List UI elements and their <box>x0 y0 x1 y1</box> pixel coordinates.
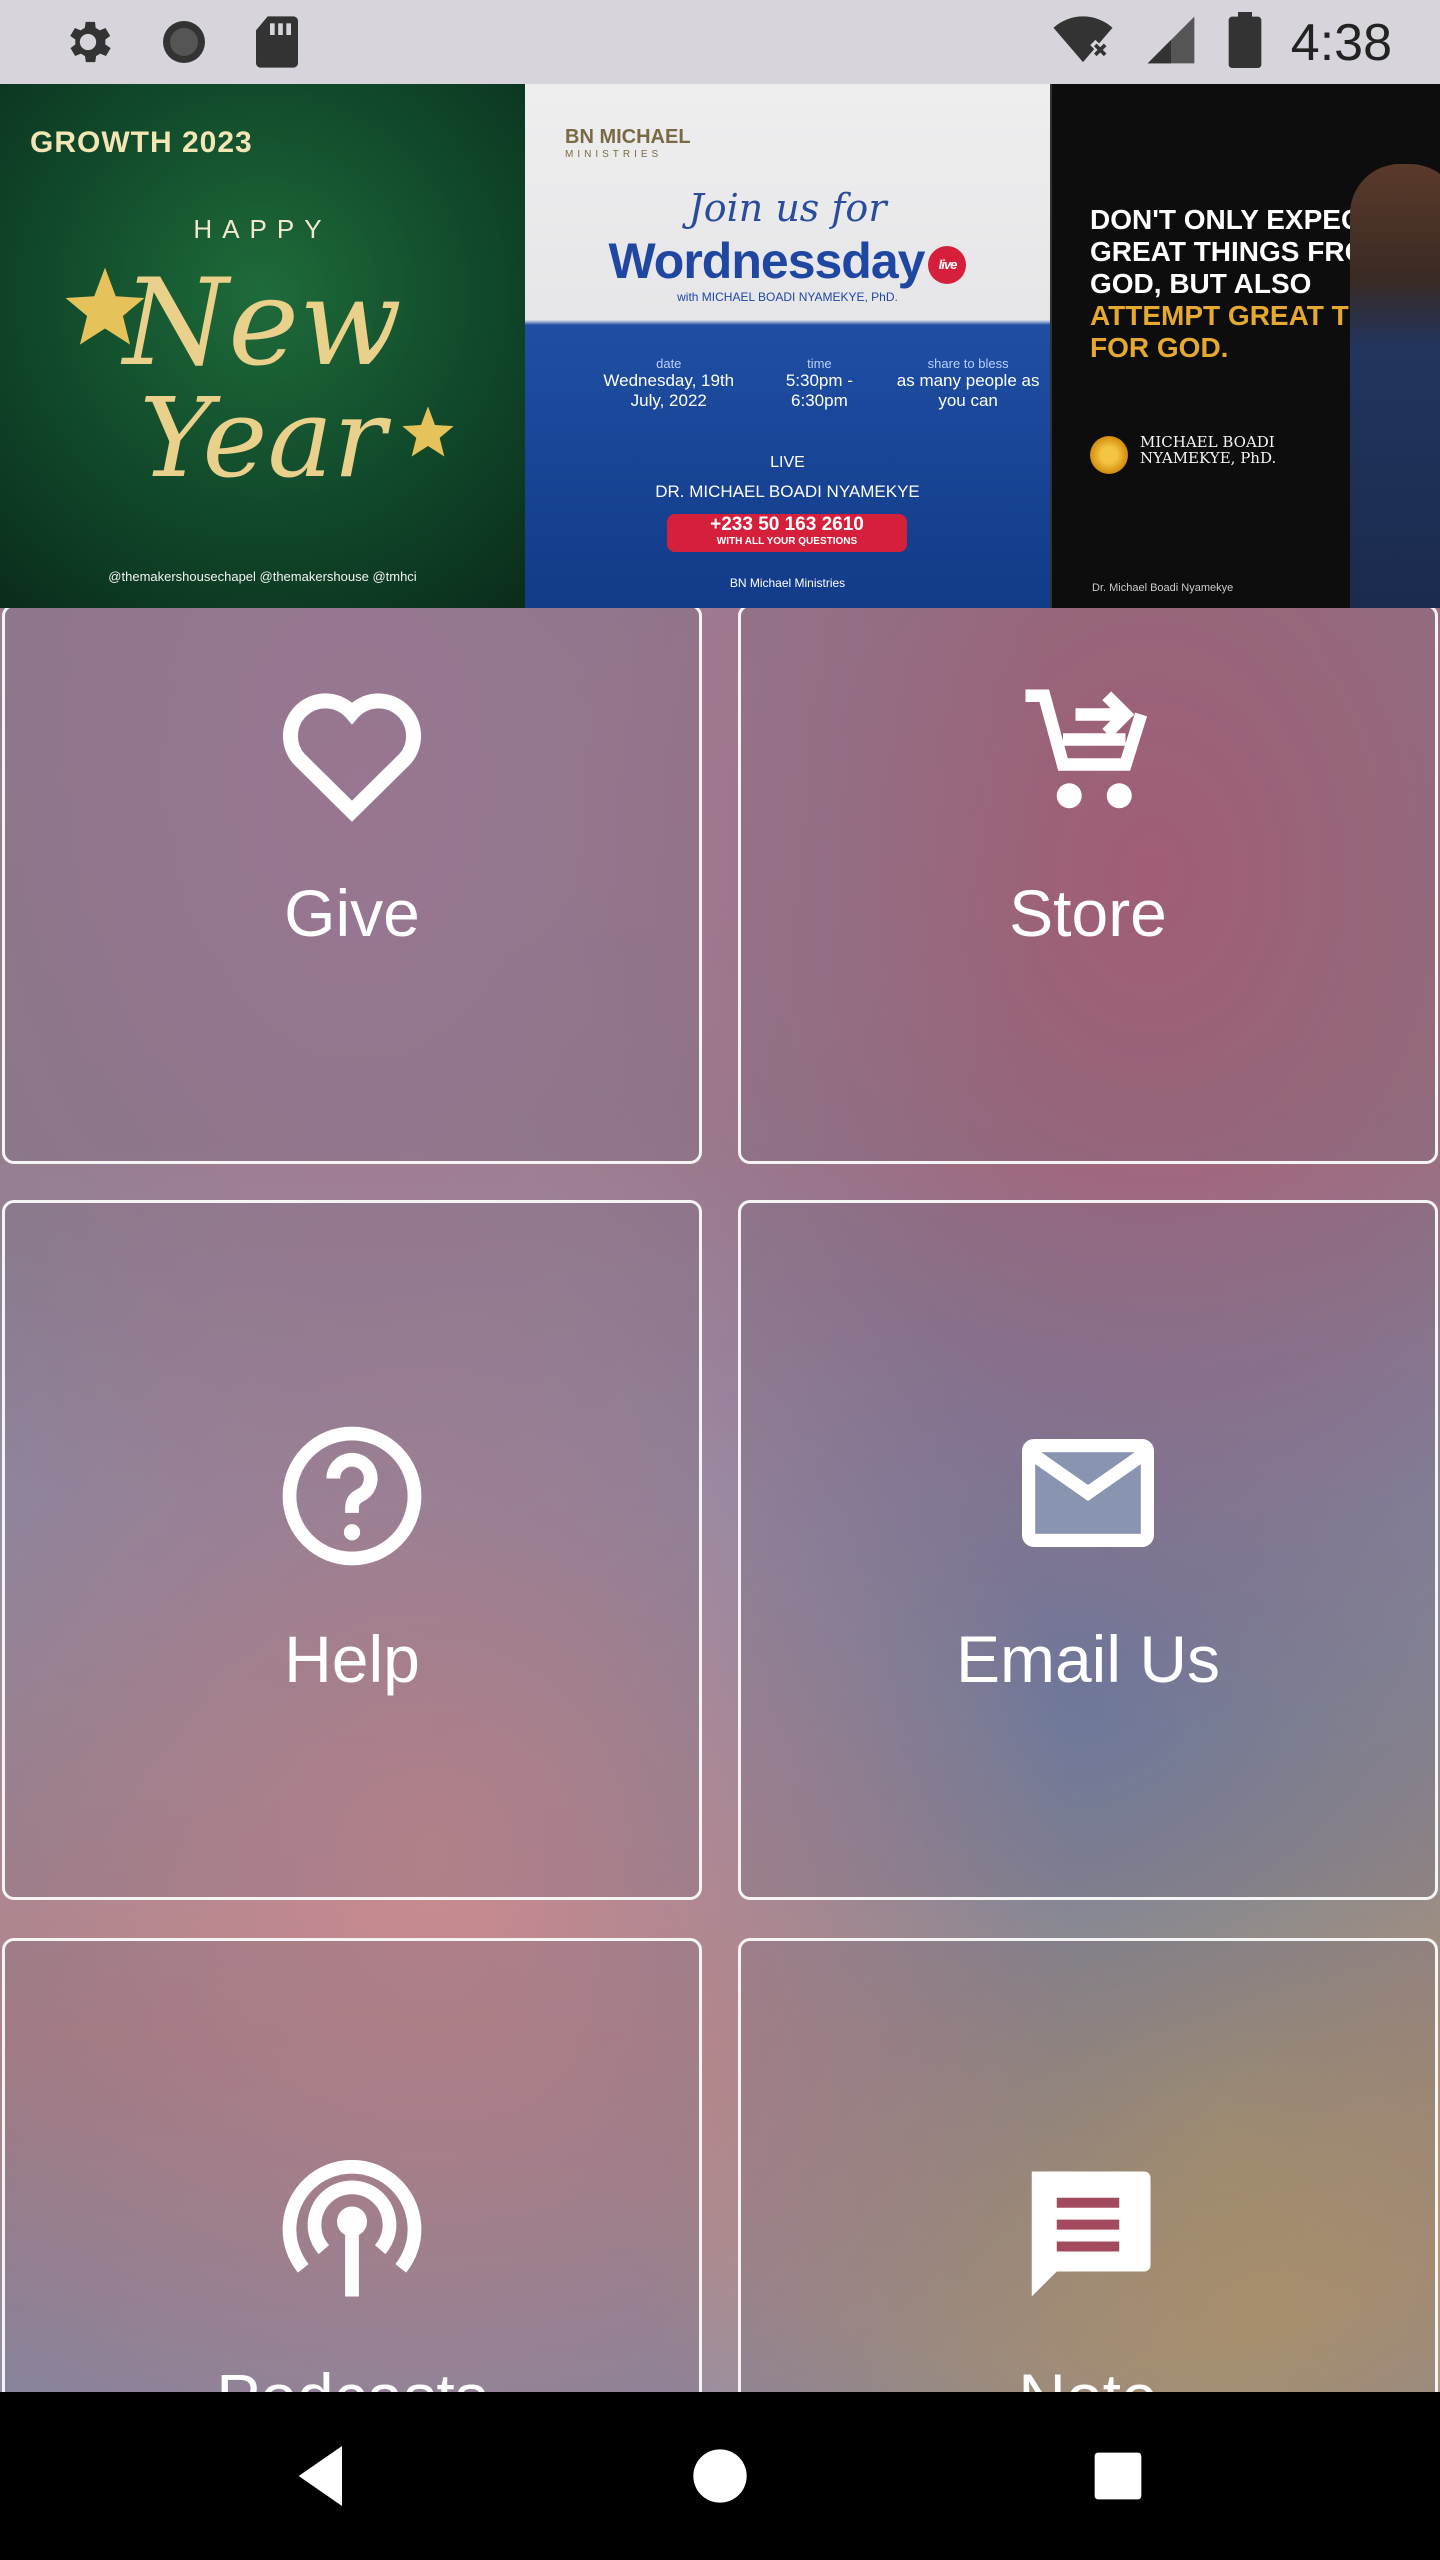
banner-carousel[interactable]: GROWTH 2023 HAPPY New Year @themakershou… <box>0 84 1440 608</box>
podcast-icon <box>282 2159 422 2297</box>
email-icon <box>1022 1439 1154 1547</box>
clock: 4:38 <box>1290 13 1392 72</box>
org-logo: BN MICHAEL MINISTRIES <box>565 126 691 160</box>
happy-text: HAPPY <box>193 214 332 244</box>
quote-white: DON'T ONLY EXPECT GREAT THINGS FROM GOD,… <box>1090 204 1390 299</box>
banner-slide-quote[interactable]: DON'T ONLY EXPECT GREAT THINGS FROM GOD,… <box>1050 84 1440 608</box>
navigation-bar <box>0 2392 1440 2560</box>
status-bar: 4:38 <box>0 0 1440 84</box>
sd-card-icon <box>252 14 302 75</box>
quote-footer: Dr. Michael Boadi Nyamekye <box>1092 582 1234 594</box>
battery-icon <box>1227 12 1263 73</box>
phone-sub: WITH ALL YOUR QUESTIONS <box>716 536 858 547</box>
note-icon <box>1031 2171 1151 2297</box>
author-line1: MICHAEL BOADI <box>1140 433 1275 451</box>
signal-icon <box>1143 12 1199 73</box>
help-tile[interactable]: Help <box>2 1200 702 1900</box>
quote-author: MICHAEL BOADI NYAMEKYE, PhD. <box>1088 434 1276 466</box>
event-title: Wordnessday live <box>525 232 1050 290</box>
speaker-image <box>1350 164 1440 608</box>
time-value: 5:30pm - 6:30pm <box>785 371 853 410</box>
live-badge: live <box>928 245 967 284</box>
help-icon <box>282 1426 422 1566</box>
email-tile[interactable]: Email Us <box>738 1200 1438 1900</box>
phone-badge: +233 50 163 2610 WITH ALL YOUR QUESTIONS <box>667 514 907 552</box>
circle-icon <box>156 14 212 75</box>
event-info: date Wednesday, 19th July, 2022 time 5:30p… <box>585 356 1050 411</box>
cart-icon <box>1025 689 1148 809</box>
store-label: Store <box>1009 876 1167 950</box>
note-tile[interactable]: Note <box>738 1938 1438 2392</box>
footer-socials: BN Michael Ministries <box>729 576 846 590</box>
event-date: date Wednesday, 19th July, 2022 <box>585 356 753 411</box>
author-line2: NYAMEKYE, PhD. <box>1140 449 1277 467</box>
event-title-text: Wordnessday <box>608 233 926 289</box>
give-tile[interactable]: Give <box>2 608 702 1164</box>
email-label: Email Us <box>955 1622 1221 1696</box>
home-icon[interactable] <box>680 2436 760 2516</box>
podcasts-label: Podcasts <box>5 2359 699 2392</box>
wifi-off-icon <box>1051 12 1115 73</box>
menu-grid: Give Store Help Email Us Podcasts Note <box>0 608 1440 2392</box>
event-time: time 5:30pm - 6:30pm <box>769 356 871 411</box>
event-host: with MICHAEL BOADI NYAMEKYE, PhD. <box>677 290 898 304</box>
heart-icon <box>282 693 422 822</box>
banner-slide-wordnessday[interactable]: BN MICHAEL MINISTRIES Join us for Wordne… <box>525 84 1050 608</box>
star-icon <box>402 406 454 457</box>
join-text: Join us for <box>688 186 887 230</box>
date-label: date <box>656 356 682 371</box>
share-label: share to bless <box>927 356 1009 371</box>
podcasts-tile[interactable]: Podcasts <box>2 1938 702 2392</box>
date-value: Wednesday, 19th July, 2022 <box>603 371 735 410</box>
gear-icon <box>60 14 116 75</box>
give-label: Give <box>284 876 420 950</box>
share-value: as many people as you can <box>896 371 1040 410</box>
back-icon[interactable] <box>282 2436 362 2516</box>
social-handles: @themakershousechapel @themakershouse @t… <box>108 569 417 584</box>
time-label: time <box>807 356 832 371</box>
event-share: share to bless as many people as you can <box>886 356 1050 411</box>
org-name: BN MICHAEL <box>565 126 691 148</box>
phone-number: +233 50 163 2610 <box>710 514 864 535</box>
host-name: DR. MICHAEL BOADI NYAMEKYE <box>655 482 920 501</box>
note-label: Note <box>741 2359 1435 2392</box>
brand-logo: GROWTH 2023 <box>30 126 253 159</box>
star-icon <box>65 267 145 345</box>
store-tile[interactable]: Store <box>738 608 1438 1164</box>
help-label: Help <box>284 1622 420 1696</box>
recents-icon[interactable] <box>1078 2436 1158 2516</box>
banner-slide-new-year[interactable]: GROWTH 2023 HAPPY New Year @themakershou… <box>0 84 525 608</box>
facebook-live: LIVE <box>770 454 805 471</box>
org-sub: MINISTRIES <box>565 149 663 160</box>
